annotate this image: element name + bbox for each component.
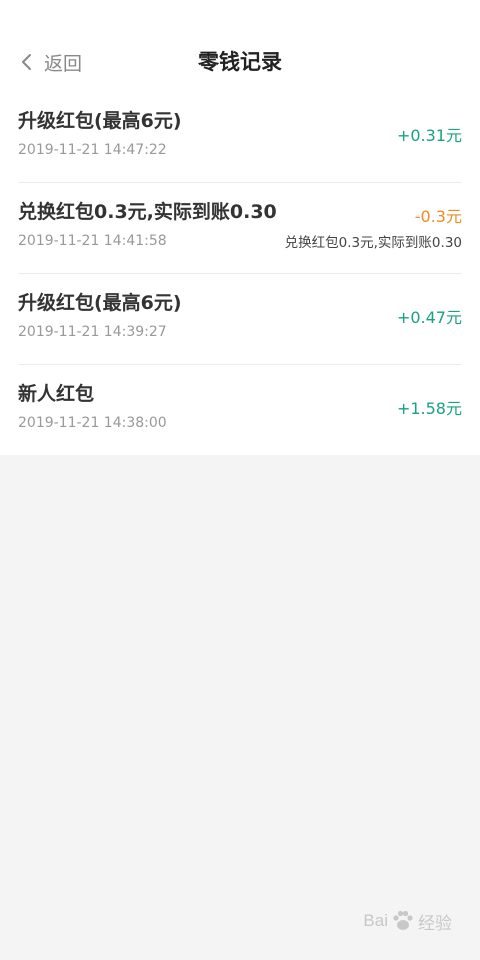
- record-amount: -0.3元: [414, 207, 462, 226]
- record-title: 新人红包: [18, 383, 95, 405]
- record-note: 兑换红包0.3元,实际到账0.30: [284, 235, 462, 251]
- watermark-right-text: 经验: [418, 913, 452, 933]
- record-title: 升级红包(最高6元): [18, 292, 182, 314]
- watermark: Bai 经验: [363, 908, 452, 934]
- record-time: 2019-11-21 14:47:22: [18, 142, 167, 158]
- record-list: 升级红包(最高6元) 2019-11-21 14:47:22 +0.31元 兑换…: [0, 92, 480, 455]
- nav-header: 返回 零钱记录: [0, 0, 480, 92]
- record-title: 兑换红包0.3元,实际到账0.30: [18, 201, 277, 223]
- record-row[interactable]: 新人红包 2019-11-21 14:38:00 +1.58元: [18, 365, 462, 455]
- record-row[interactable]: 升级红包(最高6元) 2019-11-21 14:47:22 +0.31元: [18, 92, 462, 183]
- watermark-left-text: Bai: [363, 911, 388, 930]
- page-title: 零钱记录: [198, 50, 282, 74]
- record-time: 2019-11-21 14:38:00: [18, 415, 167, 431]
- paw-icon: [393, 910, 413, 930]
- record-time: 2019-11-21 14:41:58: [18, 233, 167, 249]
- record-amount: +0.31元: [396, 126, 462, 145]
- record-row[interactable]: 升级红包(最高6元) 2019-11-21 14:39:27 +0.47元: [18, 274, 462, 365]
- record-amount: +1.58元: [396, 399, 462, 418]
- record-amount: +0.47元: [396, 308, 462, 327]
- record-time: 2019-11-21 14:39:27: [18, 324, 167, 340]
- record-row[interactable]: 兑换红包0.3元,实际到账0.30 2019-11-21 14:41:58 -0…: [18, 183, 462, 274]
- page-content: 返回 零钱记录 升级红包(最高6元) 2019-11-21 14:47:22 +…: [0, 0, 480, 455]
- record-title: 升级红包(最高6元): [18, 110, 182, 132]
